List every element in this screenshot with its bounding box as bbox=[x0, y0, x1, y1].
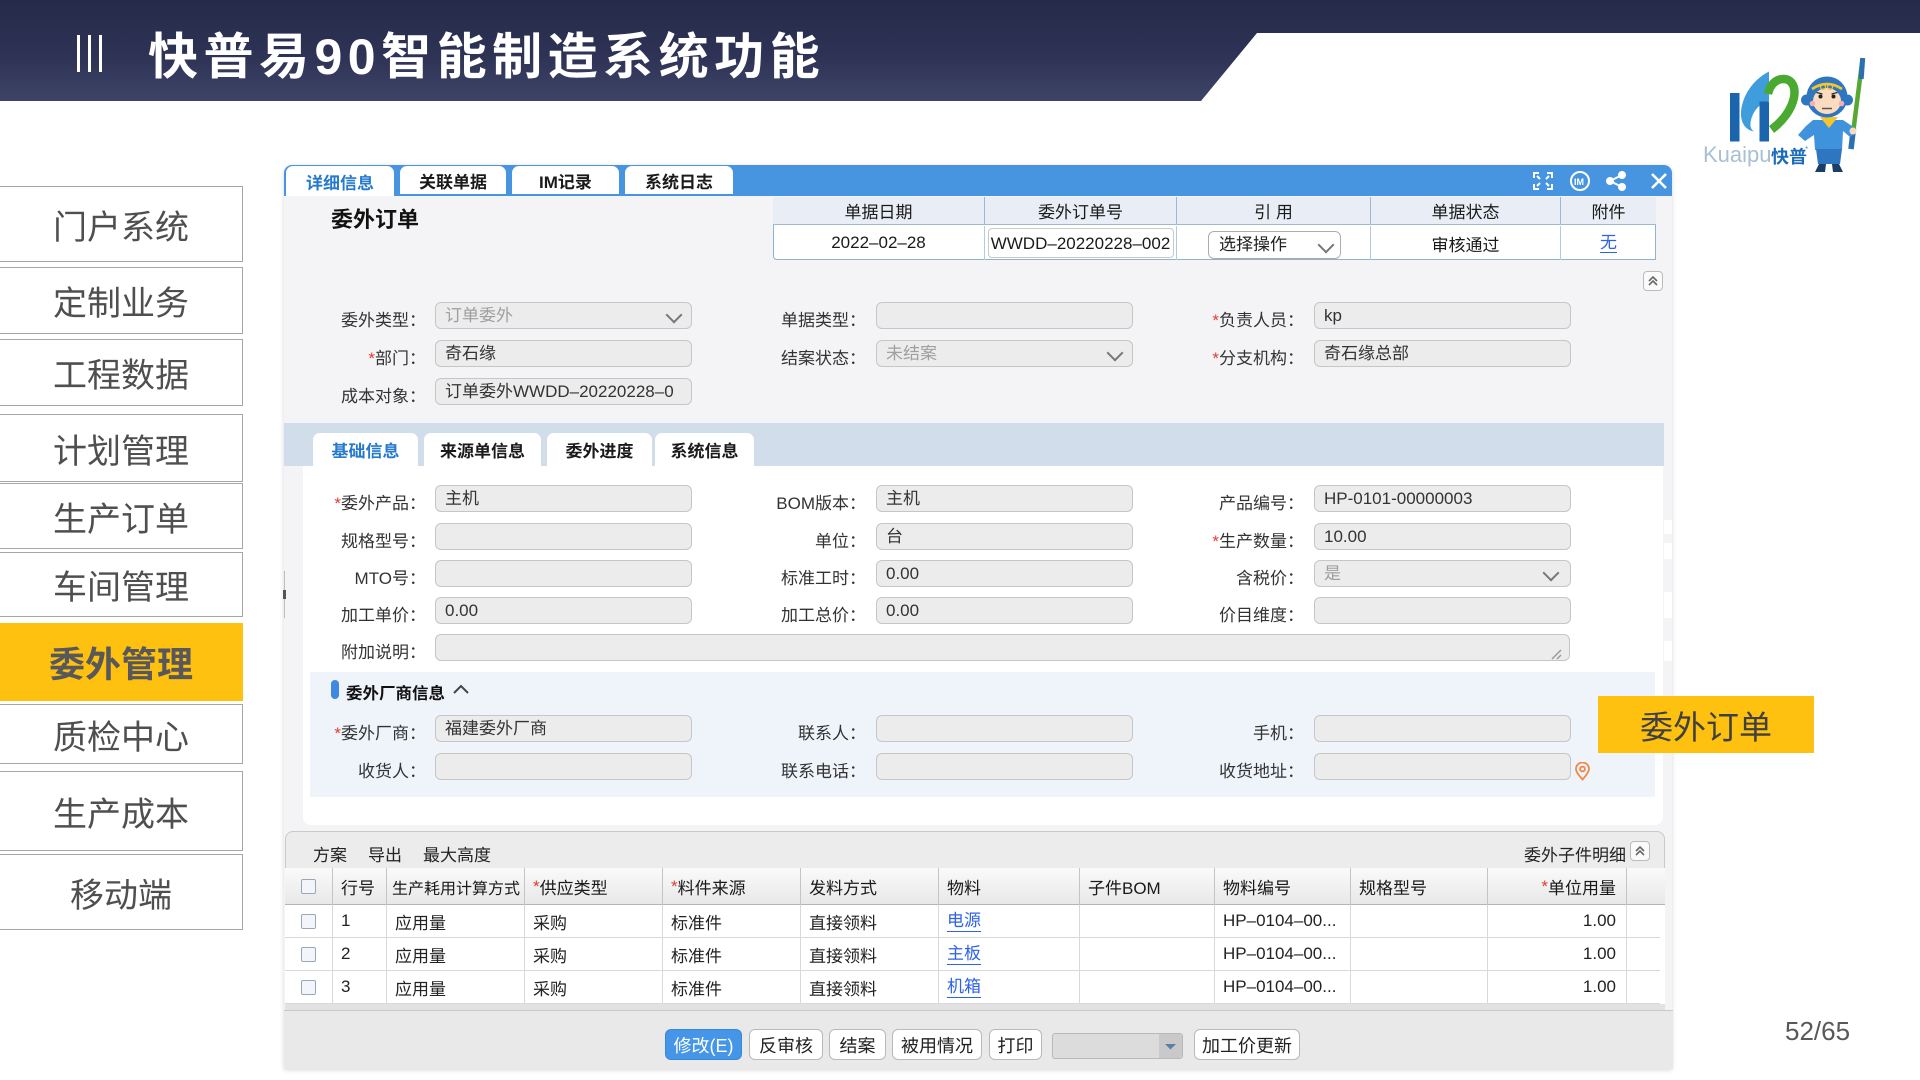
svg-text:IM: IM bbox=[1574, 177, 1584, 187]
svg-text:Kuaipu: Kuaipu bbox=[1703, 142, 1772, 167]
svg-text:快普: 快普 bbox=[1771, 143, 1807, 169]
svg-text:*: * bbox=[1805, 145, 1808, 154]
